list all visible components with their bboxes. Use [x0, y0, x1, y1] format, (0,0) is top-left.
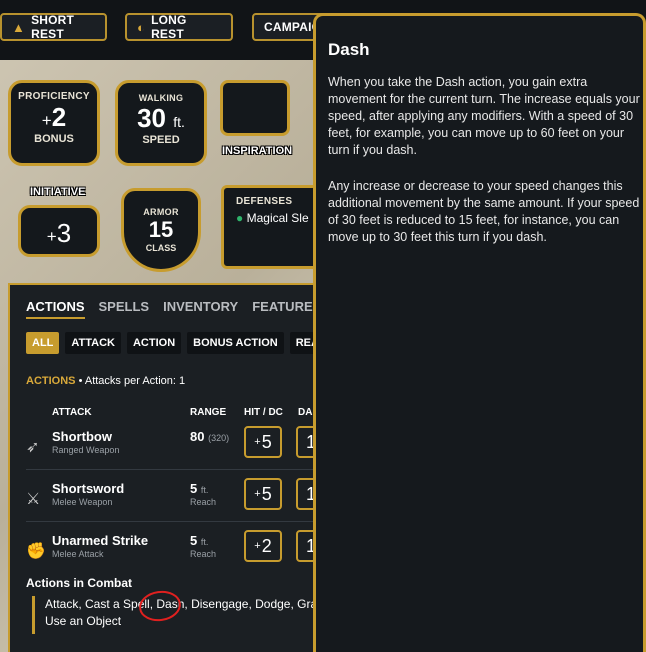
filter-all[interactable]: ALL [26, 332, 60, 354]
long-rest-button[interactable]: ◐ LONG REST [125, 13, 233, 41]
armor-value: 15 [148, 217, 174, 242]
dash-tooltip: Dash When you take the Dash action, you … [313, 13, 646, 652]
attack-range: 80 (320) [190, 429, 230, 444]
attack-range-sub: Reach [190, 549, 217, 559]
col-attack: ATTACK [52, 407, 92, 418]
tab-spells[interactable]: SPELLS [99, 299, 150, 319]
section-title: ACTIONS • Attacks per Action: 1 [26, 375, 186, 387]
attack-type: Ranged Weapon [52, 445, 120, 455]
row-divider [26, 469, 320, 470]
filter-attack[interactable]: ATTACK [65, 332, 121, 354]
attack-range-sub: Reach [190, 497, 217, 507]
defenses-item: ● Magical Sle [236, 211, 309, 225]
tab-bar: ACTIONS SPELLS INVENTORY FEATURES & TR [26, 299, 320, 319]
actions-in-combat-title: Actions in Combat [26, 576, 133, 590]
fist-icon: ✊ [26, 543, 46, 560]
action-filters: ALL ATTACK ACTION BONUS ACTION REACTIO [26, 332, 320, 354]
short-rest-button[interactable]: ▲ SHORT REST [0, 13, 107, 41]
armor-class-shield: ARMOR 15 CLASS [121, 188, 201, 272]
armor-label: ARMOR [143, 207, 179, 217]
combat-actions-line-2[interactable]: Use an Object [45, 613, 320, 630]
attack-type: Melee Attack [52, 549, 104, 559]
initiative-value: +3 [46, 218, 72, 248]
proficiency-value: +2 [41, 102, 67, 132]
col-hit-dc: HIT / DC [244, 407, 283, 418]
initiative-box[interactable]: +3 [18, 205, 100, 257]
walking-speed-box: WALKING 30 ft. SPEED [115, 80, 207, 166]
proficiency-label: PROFICIENCY [18, 91, 90, 102]
defenses-box[interactable]: DEFENSES ● Magical Sle [221, 185, 321, 269]
row-divider [26, 521, 320, 522]
tooltip-paragraph-1: When you take the Dash action, you gain … [328, 75, 640, 157]
tooltip-paragraph-2: Any increase or decrease to your speed c… [328, 179, 640, 244]
campfire-icon: ▲ [12, 19, 26, 35]
moon-icon: ◐ [137, 19, 146, 35]
tab-features-traits[interactable]: FEATURES & TR [252, 299, 320, 319]
attack-row-shortsword[interactable]: ⚔ Shortsword Melee Weapon 5 ft. Reach +5… [10, 475, 320, 525]
short-rest-label: SHORT REST [31, 13, 75, 41]
inspiration-toggle[interactable] [220, 80, 290, 136]
attack-type: Melee Weapon [52, 497, 113, 507]
walking-sub: SPEED [142, 134, 180, 146]
attack-name: Shortbow [52, 429, 112, 444]
long-rest-label: LONG REST [151, 13, 187, 41]
proficiency-box: PROFICIENCY +2 BONUS [8, 80, 100, 166]
defenses-label: DEFENSES [236, 196, 293, 207]
tab-actions[interactable]: ACTIONS [26, 299, 85, 319]
attack-name: Shortsword [52, 481, 125, 496]
filter-action[interactable]: ACTION [126, 332, 182, 354]
walking-value: 30 ft. [137, 103, 185, 133]
attack-range: 5 ft. [190, 533, 209, 548]
col-range: RANGE [190, 407, 227, 418]
bow-icon: ➶ [26, 439, 40, 456]
hit-button[interactable]: +2 [244, 530, 282, 562]
attack-range: 5 ft. [190, 481, 209, 496]
tooltip-title: Dash [328, 40, 370, 59]
hit-button[interactable]: +5 [244, 478, 282, 510]
actions-panel: ACTIONS SPELLS INVENTORY FEATURES & TR A… [8, 283, 320, 652]
armor-sub: CLASS [145, 243, 177, 253]
attack-row-unarmed[interactable]: ✊ Unarmed Strike Melee Attack 5 ft. Reac… [10, 527, 320, 577]
hit-button[interactable]: +5 [244, 426, 282, 458]
tab-inventory[interactable]: INVENTORY [163, 299, 238, 319]
inspiration-label: INSPIRATION [222, 145, 293, 157]
walking-label: WALKING [138, 93, 184, 103]
crossed-swords-icon: ⚔ [26, 491, 41, 508]
character-sheet: ▲ SHORT REST ◐ LONG REST CAMPAIG PROFICI… [0, 0, 646, 652]
filter-bonus-action[interactable]: BONUS ACTION [187, 332, 284, 354]
actions-in-combat-list: Attack, Cast a Spell, Dash, Disengage, D… [32, 596, 320, 634]
attack-name: Unarmed Strike [52, 533, 149, 548]
shield-icon: ● [236, 211, 244, 225]
combat-actions-line-1[interactable]: Attack, Cast a Spell, Dash, Disengage, D… [45, 596, 320, 613]
attack-row-shortbow[interactable]: ➶ Shortbow Ranged Weapon 80 (320) +5 1 [10, 423, 320, 473]
proficiency-sub: BONUS [34, 133, 74, 145]
initiative-label: INITIATIVE [30, 186, 86, 198]
